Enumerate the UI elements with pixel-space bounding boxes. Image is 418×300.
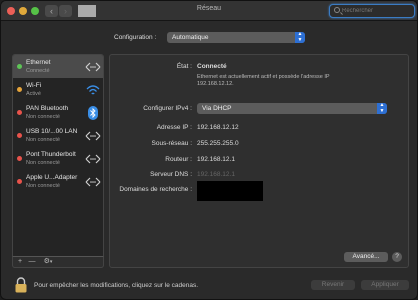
service-name: Apple U...Adapter <box>26 174 78 181</box>
ip-address-value: 192.168.12.12 <box>197 124 239 131</box>
configure-ipv4-popup[interactable]: Via DHCP ▲ ▼ <box>197 102 387 114</box>
search-domains-label: Domaines de recherche : <box>119 186 192 193</box>
remove-service-button[interactable]: — <box>27 257 37 267</box>
service-item-apple-usb-adapter[interactable]: Apple U...Adapter Non connecté <box>13 170 103 193</box>
revert-button[interactable]: Revenir <box>311 280 355 290</box>
subnet-value: 255.255.255.0 <box>197 140 239 147</box>
subnet-label: Sous-réseau : <box>151 140 192 147</box>
service-status: Non connecté <box>26 183 60 189</box>
service-name: Wi-Fi <box>26 82 42 89</box>
service-status: Non connecté <box>26 137 60 143</box>
bluetooth-icon <box>88 106 98 120</box>
service-status: Activé <box>26 91 41 97</box>
service-list: Ethernet Connecté Wi-Fi Activé PAN Bluet… <box>12 54 104 268</box>
configure-ipv4-value: Via DHCP <box>202 105 232 112</box>
ethernet-arrows-icon <box>85 154 101 164</box>
add-service-button[interactable]: + <box>15 257 25 267</box>
state-value: Connecté <box>197 63 227 70</box>
status-dot <box>17 110 22 115</box>
service-status: Non connecté <box>26 114 60 120</box>
search-icon <box>334 7 340 13</box>
search-input[interactable] <box>342 6 412 16</box>
help-button[interactable]: ? <box>392 252 402 262</box>
status-dot <box>17 87 22 92</box>
router-label: Routeur : <box>165 156 192 163</box>
configuration-popup[interactable]: Automatique ▲ ▼ <box>167 31 305 43</box>
popup-arrows-icon: ▲ ▼ <box>377 102 387 114</box>
popup-arrows-icon: ▲ ▼ <box>295 31 305 43</box>
configuration-label: Configuration : <box>114 34 157 41</box>
router-value: 192.168.12.1 <box>197 156 235 163</box>
service-item-wifi[interactable]: Wi-Fi Activé <box>13 78 103 101</box>
service-name: Pont Thunderbolt <box>26 151 76 158</box>
configuration-value: Automatique <box>172 34 209 41</box>
configure-ipv4-label: Configurer IPv4 : <box>143 105 192 112</box>
network-preferences-window: ‹ › Réseau Configuration : Automatique ▲… <box>0 0 418 300</box>
service-item-usb-lan[interactable]: USB 10/...00 LAN Non connecté <box>13 124 103 147</box>
service-item-ethernet[interactable]: Ethernet Connecté <box>13 55 103 78</box>
service-name: PAN Bluetooth <box>26 105 69 112</box>
ip-address-label: Adresse IP : <box>156 124 192 131</box>
service-item-pan-bluetooth[interactable]: PAN Bluetooth Non connecté <box>13 101 103 124</box>
service-name: Ethernet <box>26 59 51 66</box>
ethernet-arrows-icon <box>85 62 101 72</box>
ethernet-arrows-icon <box>85 177 101 187</box>
lock-icon[interactable] <box>14 277 28 293</box>
service-status: Non connecté <box>26 160 60 166</box>
dns-server-value: 192.168.12.1 <box>197 171 235 178</box>
wifi-icon <box>86 85 100 95</box>
status-dot <box>17 133 22 138</box>
search-domains-redacted <box>197 181 263 201</box>
search-field[interactable] <box>329 4 415 18</box>
status-dot <box>17 156 22 161</box>
dns-server-label: Serveur DNS : <box>150 171 192 178</box>
service-item-thunderbolt-bridge[interactable]: Pont Thunderbolt Non connecté <box>13 147 103 170</box>
service-name: USB 10/...00 LAN <box>26 128 78 135</box>
apply-button[interactable]: Appliquer <box>361 280 409 290</box>
state-description: Ethernet est actuellement actif et possè… <box>197 74 330 87</box>
advanced-button[interactable]: Avancé... <box>344 252 388 262</box>
chevron-down-icon: ▾ <box>49 259 53 265</box>
service-action-menu-button[interactable]: ⚙▾ <box>39 257 57 267</box>
service-list-toolbar: + — ⚙▾ <box>12 256 104 268</box>
status-dot <box>17 179 22 184</box>
title-bar: ‹ › Réseau <box>1 1 417 21</box>
ethernet-arrows-icon <box>85 131 101 141</box>
status-dot <box>17 64 22 69</box>
service-status: Connecté <box>26 68 50 74</box>
lock-hint-text: Pour empêcher les modifications, cliquez… <box>34 282 199 289</box>
state-label: État : <box>176 63 192 70</box>
